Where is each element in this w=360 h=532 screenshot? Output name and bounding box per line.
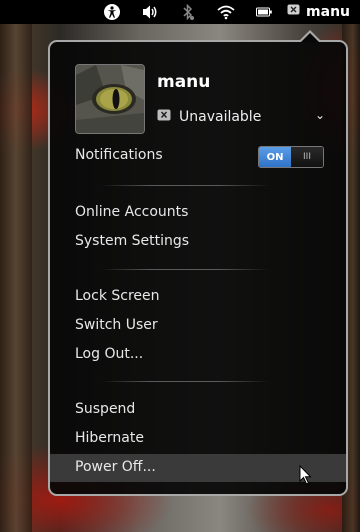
wallpaper-tree-left	[0, 0, 32, 532]
menu-item-log-out[interactable]: Log Out...	[75, 346, 143, 362]
menu-pointer-arrow	[298, 30, 322, 43]
menu-item-suspend[interactable]: Suspend	[75, 401, 135, 417]
unavailable-status-icon	[157, 109, 171, 126]
chevron-down-icon: ⌄	[314, 108, 325, 122]
user-info-row: manu Unavailable ⌄	[75, 64, 325, 134]
menu-item-power-off[interactable]: Power Off...	[75, 459, 156, 475]
notifications-toggle[interactable]: ON III	[258, 146, 324, 168]
status-label: Unavailable	[179, 109, 262, 125]
notifications-label: Notifications	[75, 147, 163, 163]
user-status-icon	[287, 4, 300, 20]
status-selector[interactable]: Unavailable ⌄	[157, 106, 325, 128]
menu-separator	[100, 269, 270, 270]
bluetooth-icon[interactable]	[178, 2, 198, 22]
toggle-on-label: ON	[259, 147, 291, 167]
topbar-user-name: manu	[306, 4, 350, 20]
menu-item-switch-user[interactable]: Switch User	[75, 317, 158, 333]
volume-icon[interactable]	[140, 2, 160, 22]
battery-icon[interactable]	[254, 2, 274, 22]
menu-separator	[100, 381, 270, 382]
toggle-knob-grip: III	[291, 147, 323, 167]
mouse-pointer-icon	[299, 464, 313, 489]
user-menu-button[interactable]: manu	[287, 4, 350, 20]
accessibility-icon[interactable]	[102, 2, 122, 22]
menu-user-name: manu	[157, 72, 211, 92]
menu-item-lock-screen[interactable]: Lock Screen	[75, 288, 160, 304]
menu-item-system-settings[interactable]: System Settings	[75, 233, 189, 249]
top-panel: manu	[0, 0, 360, 24]
wifi-icon[interactable]	[216, 2, 236, 22]
user-menu-popup: manu Unavailable ⌄ Notifications ON III …	[48, 30, 348, 496]
menu-item-online-accounts[interactable]: Online Accounts	[75, 204, 188, 220]
menu-item-hibernate[interactable]: Hibernate	[75, 430, 144, 446]
menu-separator	[100, 185, 270, 186]
avatar	[75, 64, 145, 134]
